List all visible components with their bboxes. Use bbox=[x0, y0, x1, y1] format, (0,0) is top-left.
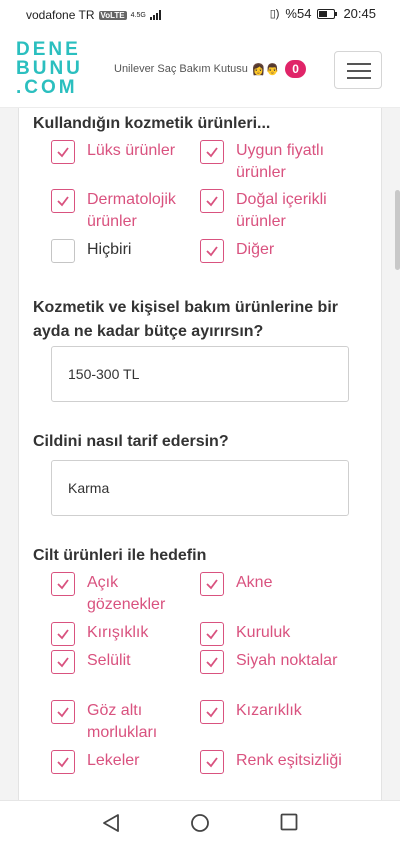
logo-line-3: .COM bbox=[16, 77, 78, 98]
menu-bar-icon bbox=[347, 77, 371, 79]
option-dermatological[interactable]: Dermatolojik ürünler bbox=[51, 189, 197, 233]
home-icon[interactable] bbox=[190, 813, 210, 833]
back-icon[interactable] bbox=[102, 813, 120, 833]
logo-line-1: DENE bbox=[16, 39, 81, 60]
checkbox-checked-icon[interactable] bbox=[200, 700, 224, 724]
skin-type-select[interactable]: Karma bbox=[51, 460, 349, 516]
checkbox-unchecked-icon[interactable] bbox=[51, 239, 75, 263]
menu-bar-icon bbox=[347, 63, 371, 65]
logo-line-2: BUNU bbox=[16, 58, 83, 79]
question-skin-type: Cildini nasıl tarif edersin? bbox=[33, 433, 229, 450]
option-label: Uygun fiyatlı ürünler bbox=[236, 142, 325, 181]
checkbox-checked-icon[interactable] bbox=[200, 239, 224, 263]
carrier-name: vodafone TR bbox=[26, 8, 95, 22]
kit-emoji: 👩👨 bbox=[251, 63, 280, 76]
option-affordable[interactable]: Uygun fiyatlı ürünler bbox=[200, 140, 346, 184]
checkbox-checked-icon[interactable] bbox=[51, 622, 75, 646]
option-acne[interactable]: Akne bbox=[200, 572, 346, 596]
question-budget: Kozmetik ve kişisel bakım ürünlerine bir… bbox=[33, 299, 338, 340]
option-label: Kırışıklık bbox=[87, 624, 149, 641]
option-label: Siyah noktalar bbox=[236, 652, 338, 669]
checkbox-checked-icon[interactable] bbox=[51, 189, 75, 213]
volte-icon: VoLTE bbox=[98, 10, 127, 20]
network-type: 4.5G bbox=[130, 11, 146, 19]
status-right: ▯) %54 20:45 bbox=[270, 6, 376, 21]
option-label: Selülit bbox=[87, 652, 131, 669]
option-label: Lekeler bbox=[87, 752, 140, 769]
checkbox-checked-icon[interactable] bbox=[200, 622, 224, 646]
battery-icon bbox=[317, 8, 338, 19]
system-navigation-bar bbox=[0, 800, 400, 844]
option-label: Göz altı morlukları bbox=[87, 702, 158, 741]
option-uneven-tone[interactable]: Renk eşitsizliği bbox=[200, 750, 346, 774]
signal-icon bbox=[149, 10, 161, 20]
option-dryness[interactable]: Kuruluk bbox=[200, 622, 346, 646]
clock: 20:45 bbox=[343, 6, 376, 21]
vibrate-icon: ▯) bbox=[269, 8, 280, 20]
status-left: vodafone TR VoLTE 4.5G bbox=[26, 8, 161, 22]
option-wrinkles[interactable]: Kırışıklık bbox=[51, 622, 197, 646]
option-label: Lüks ürünler bbox=[87, 142, 176, 159]
menu-bar-icon bbox=[347, 70, 371, 72]
option-label: Renk eşitsizliği bbox=[236, 752, 342, 769]
checkbox-checked-icon[interactable] bbox=[200, 750, 224, 774]
checkbox-checked-icon[interactable] bbox=[200, 189, 224, 213]
cart-count-badge[interactable]: 0 bbox=[285, 60, 306, 78]
option-open-pores[interactable]: Açık gözenekler bbox=[51, 572, 197, 616]
budget-select[interactable]: 150-300 TL bbox=[51, 346, 349, 402]
option-luxury[interactable]: Lüks ürünler bbox=[51, 140, 197, 164]
checkbox-checked-icon[interactable] bbox=[200, 572, 224, 596]
option-spots[interactable]: Lekeler bbox=[51, 750, 197, 774]
kit-link[interactable]: Unilever Saç Bakım Kutusu 👩👨 0 bbox=[114, 60, 306, 78]
option-natural[interactable]: Doğal içerikli ürünler bbox=[200, 189, 346, 233]
option-label: Akne bbox=[236, 574, 273, 591]
option-label: Dermatolojik ürünler bbox=[87, 191, 176, 230]
checkbox-checked-icon[interactable] bbox=[51, 700, 75, 724]
option-redness[interactable]: Kızarıklık bbox=[200, 700, 346, 724]
option-label: Kuruluk bbox=[236, 624, 291, 641]
checkbox-checked-icon[interactable] bbox=[51, 650, 75, 674]
option-cellulite[interactable]: Selülit bbox=[51, 650, 197, 674]
option-none[interactable]: Hiçbiri bbox=[51, 239, 197, 263]
battery-level: %54 bbox=[285, 6, 312, 21]
option-dark-circles[interactable]: Göz altı morlukları bbox=[51, 700, 197, 744]
checkbox-checked-icon[interactable] bbox=[51, 572, 75, 596]
scrollbar[interactable] bbox=[395, 190, 400, 270]
site-header: DENE BUNU .COM Unilever Saç Bakım Kutusu… bbox=[0, 30, 400, 108]
checkbox-checked-icon[interactable] bbox=[51, 750, 75, 774]
checkbox-checked-icon[interactable] bbox=[51, 140, 75, 164]
option-label: Doğal içerikli ürünler bbox=[236, 191, 327, 230]
hamburger-menu-button[interactable] bbox=[334, 51, 382, 89]
option-label: Kızarıklık bbox=[236, 702, 302, 719]
kit-label: Unilever Saç Bakım Kutusu bbox=[114, 63, 248, 75]
question-skin-goal: Cilt ürünleri ile hedefin bbox=[33, 547, 207, 564]
option-label: Açık gözenekler bbox=[87, 574, 166, 613]
question-cosmetic: Kullandığın kozmetik ürünleri... bbox=[33, 115, 271, 132]
option-label: Diğer bbox=[236, 241, 275, 258]
status-bar: vodafone TR VoLTE 4.5G ▯) %54 20:45 bbox=[0, 0, 400, 30]
option-other[interactable]: Diğer bbox=[200, 239, 346, 263]
site-logo[interactable]: DENE BUNU .COM bbox=[16, 40, 80, 97]
option-blackheads[interactable]: Siyah noktalar bbox=[200, 650, 346, 674]
recents-icon[interactable] bbox=[280, 813, 298, 831]
option-label: Hiçbiri bbox=[87, 241, 132, 258]
checkbox-checked-icon[interactable] bbox=[200, 140, 224, 164]
checkbox-checked-icon[interactable] bbox=[200, 650, 224, 674]
main-content[interactable]: Kullandığın kozmetik ürünleri... Lüks ür… bbox=[0, 108, 400, 800]
